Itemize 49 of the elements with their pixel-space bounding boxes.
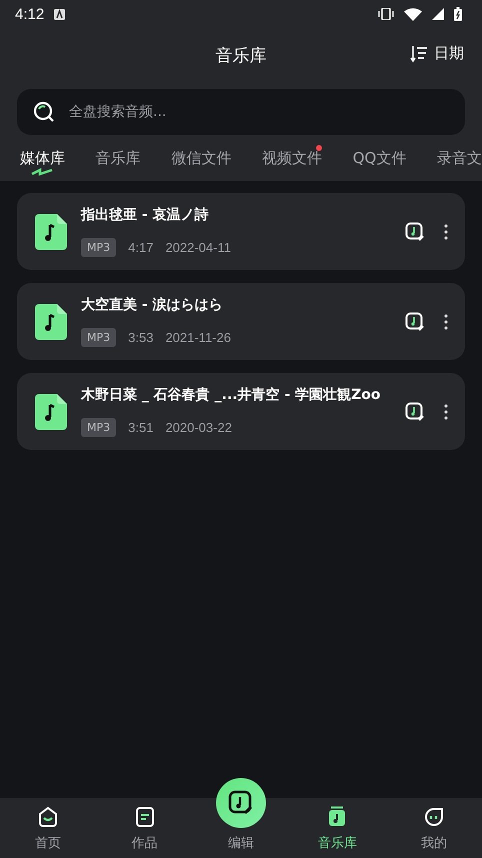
edit-button-circle[interactable]: [216, 778, 266, 828]
category-tab[interactable]: 视频文件: [262, 145, 322, 178]
nav-tab[interactable]: 音乐库: [289, 806, 386, 858]
smiley-icon: [422, 806, 445, 828]
format-tag: MP3: [81, 328, 116, 347]
duration: 3:53: [128, 330, 154, 345]
home-icon: [37, 806, 60, 828]
nav-tab[interactable]: 我的: [386, 806, 482, 858]
file-title: 木野日菜 _ 石谷春貴 _...井青空 - 学園壮観Zoo: [81, 386, 382, 404]
edit-music-icon: [228, 790, 254, 816]
category-tab[interactable]: QQ文件: [352, 145, 406, 178]
music-file-icon: [35, 304, 67, 340]
battery-icon: [454, 7, 462, 21]
edit-music-icon[interactable]: [403, 400, 427, 424]
nav-tab[interactable]: 首页: [0, 806, 96, 858]
search-field[interactable]: 全盘搜索音频...: [17, 89, 465, 135]
sort-button[interactable]: 日期: [408, 42, 466, 65]
edit-music-icon[interactable]: [403, 220, 427, 244]
duration: 3:51: [128, 420, 154, 435]
duration: 4:17: [128, 240, 154, 255]
wifi-icon: [404, 8, 422, 20]
format-tag: MP3: [81, 418, 116, 437]
vibrate-icon: [378, 8, 394, 20]
sort-icon: [410, 44, 428, 62]
signal-icon: [432, 8, 444, 20]
category-tab[interactable]: 录音文: [436, 145, 482, 178]
edit-music-icon[interactable]: [403, 310, 427, 334]
audio-file-card[interactable]: 指出毬亜 - 哀温ノ詩 MP3 4:17 2022-04-11: [17, 193, 465, 270]
file-date: 2022-04-11: [165, 240, 231, 255]
document-icon: [134, 806, 156, 828]
squiggle-underline-icon: [30, 168, 54, 176]
page-title: 音乐库: [216, 44, 266, 66]
category-tab[interactable]: 微信文件: [171, 145, 232, 178]
status-time: 4:12: [15, 6, 44, 22]
file-title: 指出毬亜 - 哀温ノ詩: [81, 206, 210, 224]
music-file-icon: [35, 394, 67, 430]
audio-file-card[interactable]: 大空直美 - 涙はらはら MP3 3:53 2021-11-26: [17, 283, 465, 360]
music-file-icon: [35, 214, 67, 250]
file-date: 2020-03-22: [165, 420, 232, 435]
notification-icon: [54, 8, 66, 20]
file-date: 2021-11-26: [165, 330, 231, 345]
nav-tab[interactable]: 作品: [96, 806, 193, 858]
search-icon: [33, 101, 55, 123]
category-tab[interactable]: 音乐库: [96, 145, 141, 178]
format-tag: MP3: [81, 238, 116, 257]
audio-file-card[interactable]: 木野日菜 _ 石谷春貴 _...井青空 - 学園壮観Zoo MP3 3:51 2020-03-22: [17, 373, 465, 450]
file-title: 大空直美 - 涙はらはら: [81, 296, 224, 314]
nav-tab[interactable]: 编辑: [192, 778, 290, 858]
category-tab[interactable]: 媒体库: [20, 145, 65, 178]
